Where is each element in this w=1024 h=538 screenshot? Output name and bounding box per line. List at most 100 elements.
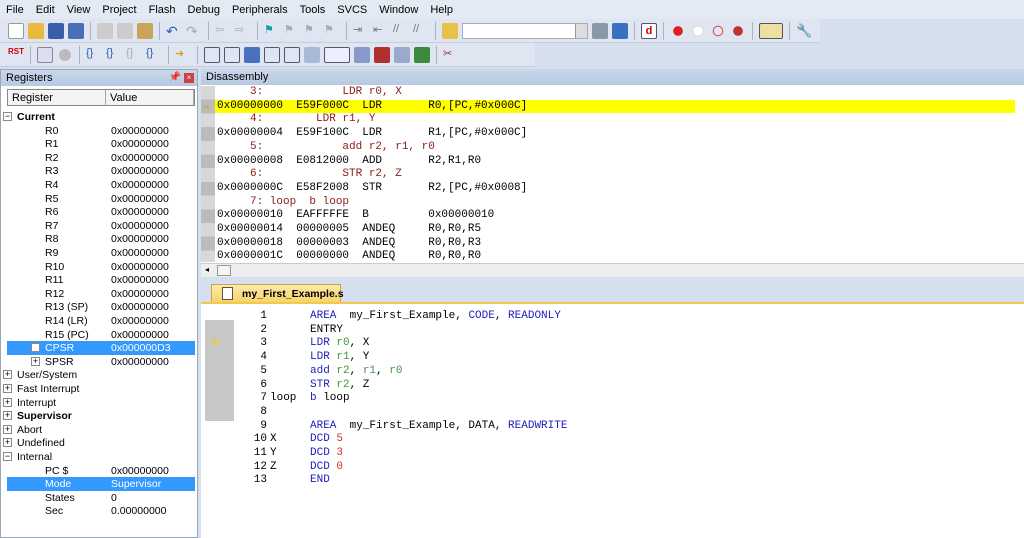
menu-help[interactable]: Help (430, 4, 453, 16)
code-line[interactable]: 8 (201, 406, 1024, 420)
reset-icon[interactable]: RST (8, 47, 24, 63)
tree-abort[interactable]: + Abort (3, 423, 195, 437)
menu-view[interactable]: View (67, 4, 91, 16)
expand-icon[interactable]: + (3, 411, 12, 421)
memory-window-icon[interactable] (324, 46, 350, 63)
cut-icon[interactable] (97, 22, 113, 39)
paste-icon[interactable] (137, 22, 153, 39)
register-r1[interactable]: R1 0x00000000 (7, 137, 195, 151)
internal-pc[interactable]: PC $ 0x00000000 (7, 464, 195, 478)
register-r5[interactable]: R5 0x00000000 (7, 192, 195, 206)
serial-window-icon[interactable] (354, 46, 370, 63)
stop-icon[interactable] (57, 46, 73, 63)
save-all-icon[interactable] (68, 22, 84, 39)
code-line[interactable]: 7 loop b loop (201, 392, 1024, 406)
call-stack-icon[interactable] (284, 46, 300, 63)
register-r8[interactable]: R8 0x00000000 (7, 232, 195, 246)
register-r7[interactable]: R7 0x00000000 (7, 219, 195, 233)
code-line[interactable]: 3 LDR r0, X (201, 337, 1024, 351)
internal-sec[interactable]: Sec 0.00000000 (7, 504, 195, 518)
prev-bookmark-icon[interactable]: ⚑ (284, 23, 300, 39)
register-r13[interactable]: R13 (SP) 0x00000000 (7, 300, 195, 314)
register-r9[interactable]: R9 0x00000000 (7, 246, 195, 260)
uncomment-icon[interactable]: // (413, 23, 429, 39)
tree-current[interactable]: − Current (3, 110, 195, 124)
menu-window[interactable]: Window (379, 4, 418, 16)
redo-icon[interactable]: ↷ (186, 23, 202, 39)
disassembly-line[interactable]: 0x0000000C E58F2008 STR R2,[PC,#0x0008] (217, 182, 1017, 196)
register-r15[interactable]: R15 (PC) 0x00000000 (7, 328, 195, 342)
step-out-icon[interactable]: {} (126, 47, 142, 63)
run-to-cursor-icon[interactable]: {} (146, 47, 162, 63)
expand-icon[interactable]: + (31, 343, 40, 353)
disassembly-line[interactable]: 0x00000000 E59F000C LDR R0,[PC,#0x000C] (215, 99, 1015, 114)
registers-window-icon[interactable] (264, 46, 280, 63)
expand-icon[interactable]: + (3, 438, 12, 448)
tree-interrupt[interactable]: + Interrupt (3, 396, 195, 410)
expand-icon[interactable]: + (31, 356, 40, 366)
system-viewer-icon[interactable] (414, 46, 430, 63)
pin-icon[interactable]: 📌 (169, 72, 181, 83)
nav-back-icon[interactable]: ⇦ (215, 23, 231, 39)
enable-breakpoint-icon[interactable] (690, 22, 706, 39)
nav-forward-icon[interactable]: ⇨ (235, 23, 251, 39)
save-icon[interactable] (48, 22, 64, 39)
menu-debug[interactable]: Debug (188, 4, 220, 16)
next-bookmark-icon[interactable]: ⚑ (304, 23, 320, 39)
code-line[interactable]: 13 END (201, 474, 1024, 488)
register-r6[interactable]: R6 0x00000000 (7, 205, 195, 219)
menu-flash[interactable]: Flash (149, 4, 176, 16)
symbols-window-icon[interactable] (244, 46, 260, 63)
code-line[interactable]: 11 Y DCD 3 (201, 447, 1024, 461)
register-r4[interactable]: R4 0x00000000 (7, 178, 195, 192)
code-line[interactable]: 5 add r2, r1, r0 (201, 365, 1024, 379)
watch-window-icon[interactable] (304, 46, 320, 63)
configure-wrench-icon[interactable]: 🔧 (796, 23, 812, 39)
debug-session-icon[interactable]: d (641, 22, 657, 39)
comment-icon[interactable]: // (393, 23, 409, 39)
command-window-icon[interactable] (204, 46, 220, 63)
expand-icon[interactable]: + (3, 384, 12, 393)
source-line[interactable]: 7: loop b loop (217, 196, 1017, 210)
insert-breakpoint-icon[interactable] (670, 22, 686, 39)
register-spsr[interactable]: + SPSR 0x00000000 (7, 355, 195, 369)
disassembly-window-icon[interactable] (224, 46, 240, 63)
incremental-find-icon[interactable] (612, 22, 628, 39)
kill-breakpoints-icon[interactable] (730, 22, 746, 39)
source-line[interactable]: 5: add r2, r1, r0 (217, 141, 1017, 155)
register-r0[interactable]: R0 0x00000000 (7, 124, 195, 138)
menu-project[interactable]: Project (102, 4, 136, 16)
tree-user-system[interactable]: + User/System (3, 368, 195, 382)
run-icon[interactable] (37, 46, 53, 63)
menu-svcs[interactable]: SVCS (337, 4, 367, 16)
code-line[interactable]: 1 AREA my_First_Example, CODE, READONLY (201, 310, 1024, 324)
trace-window-icon[interactable] (394, 46, 410, 63)
new-file-icon[interactable] (8, 22, 24, 39)
source-line[interactable]: 6: STR r2, Z (217, 168, 1017, 182)
window-layout-icon[interactable] (759, 22, 783, 39)
chevron-down-icon[interactable] (575, 23, 587, 38)
collapse-icon[interactable]: − (3, 112, 12, 121)
toolbox-icon[interactable]: ✂ (443, 47, 459, 63)
menu-file[interactable]: File (6, 4, 24, 16)
expand-icon[interactable]: + (3, 397, 12, 407)
register-r3[interactable]: R3 0x00000000 (7, 164, 195, 178)
unindent-icon[interactable]: ⇤ (373, 23, 389, 39)
col-value[interactable]: Value (106, 90, 194, 105)
copy-icon[interactable] (117, 22, 133, 39)
internal-states[interactable]: States 0 (7, 491, 195, 505)
code-line[interactable]: 9 AREA my_First_Example, DATA, READWRITE (201, 420, 1024, 434)
expand-icon[interactable]: + (3, 370, 12, 380)
clear-bookmarks-icon[interactable]: ⚑ (324, 23, 340, 39)
scrollbar-thumb[interactable] (217, 265, 231, 276)
find-icon[interactable] (592, 22, 608, 39)
step-into-icon[interactable]: {} (86, 47, 102, 63)
step-over-icon[interactable]: {} (106, 47, 122, 63)
register-cpsr[interactable]: + CPSR 0x000000D3 (7, 341, 195, 356)
expand-icon[interactable]: + (3, 424, 12, 434)
tab-my-first-example[interactable]: my_First_Example.s (211, 284, 344, 302)
register-r2[interactable]: R2 0x00000000 (7, 151, 195, 165)
scroll-left-icon[interactable]: ◂ (205, 265, 209, 274)
disassembly-line[interactable]: 0x00000018 00000003 ANDEQ R0,R0,R3 (217, 237, 1017, 251)
show-next-statement-icon[interactable]: ➜ (175, 47, 191, 63)
